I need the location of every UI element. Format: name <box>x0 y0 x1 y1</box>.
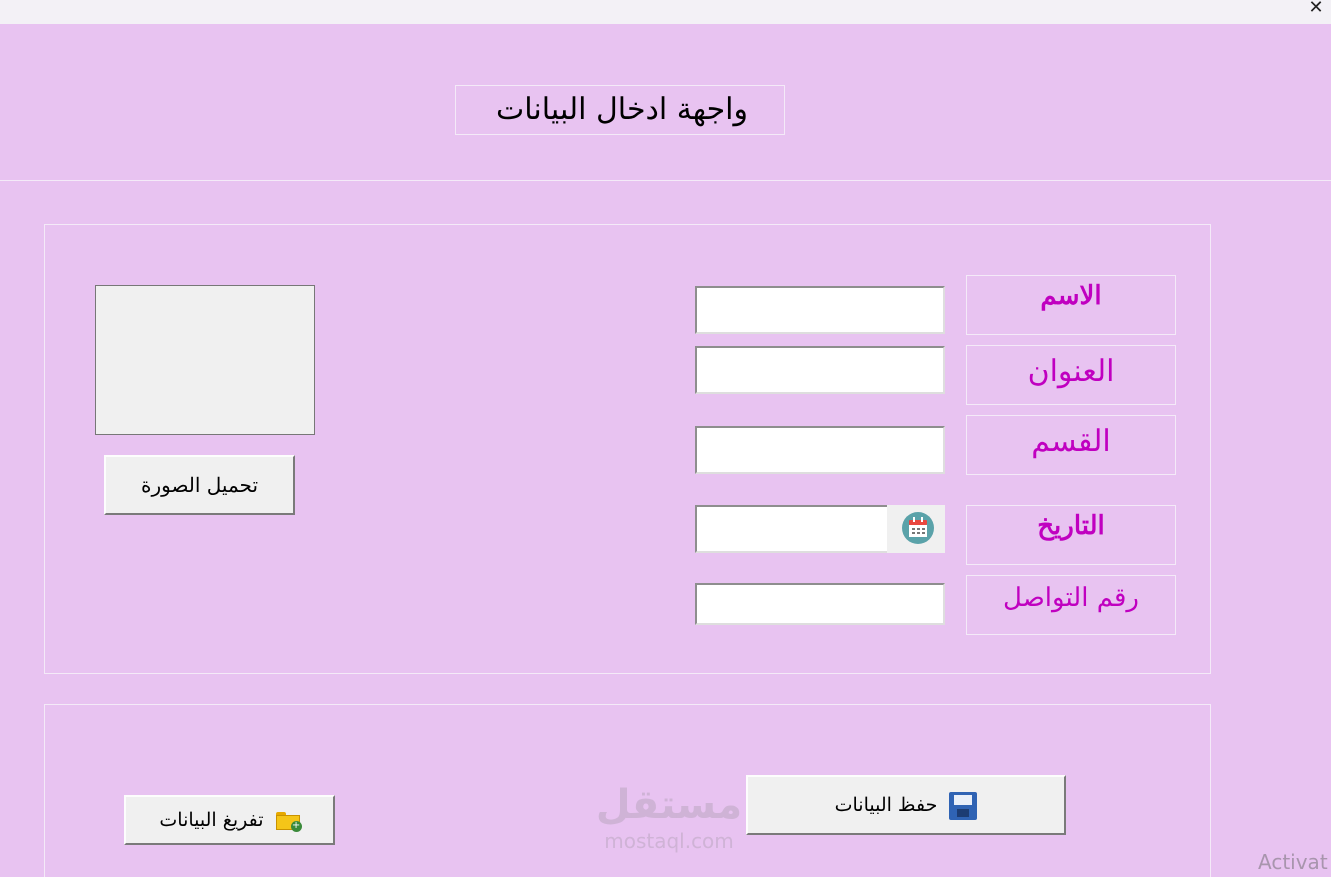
section-label: القسم <box>966 415 1176 475</box>
address-input[interactable] <box>695 346 945 394</box>
name-input[interactable] <box>695 286 945 334</box>
save-data-button[interactable]: حفظ البيانات <box>746 775 1066 835</box>
date-picker[interactable] <box>695 505 945 553</box>
floppy-disk-icon <box>949 792 978 820</box>
window-titlebar: ✕ <box>0 0 1331 24</box>
date-input[interactable] <box>697 507 885 551</box>
save-data-label: حفظ البيانات <box>834 794 938 816</box>
address-label: العنوان <box>966 345 1176 405</box>
page-title: واجهة ادخال البيانات <box>455 85 785 135</box>
activate-windows-overlay: Activat <box>1258 850 1328 874</box>
section-input[interactable] <box>695 426 945 474</box>
photo-preview <box>95 285 315 435</box>
close-icon[interactable]: ✕ <box>1307 0 1325 18</box>
contact-input[interactable] <box>695 583 945 625</box>
upload-photo-label: تحميل الصورة <box>140 473 259 497</box>
header-divider <box>0 180 1331 181</box>
name-label: الاسم <box>966 275 1176 335</box>
upload-photo-button[interactable]: تحميل الصورة <box>104 455 295 515</box>
calendar-icon <box>902 512 934 544</box>
date-label: التاريخ <box>966 505 1176 565</box>
clear-data-label: تفريغ البيانات <box>159 809 264 831</box>
calendar-button[interactable] <box>887 505 945 553</box>
folder-add-icon: + <box>275 812 302 832</box>
contact-label: رقم التواصل <box>966 575 1176 635</box>
clear-data-button[interactable]: + تفريغ البيانات <box>124 795 335 845</box>
